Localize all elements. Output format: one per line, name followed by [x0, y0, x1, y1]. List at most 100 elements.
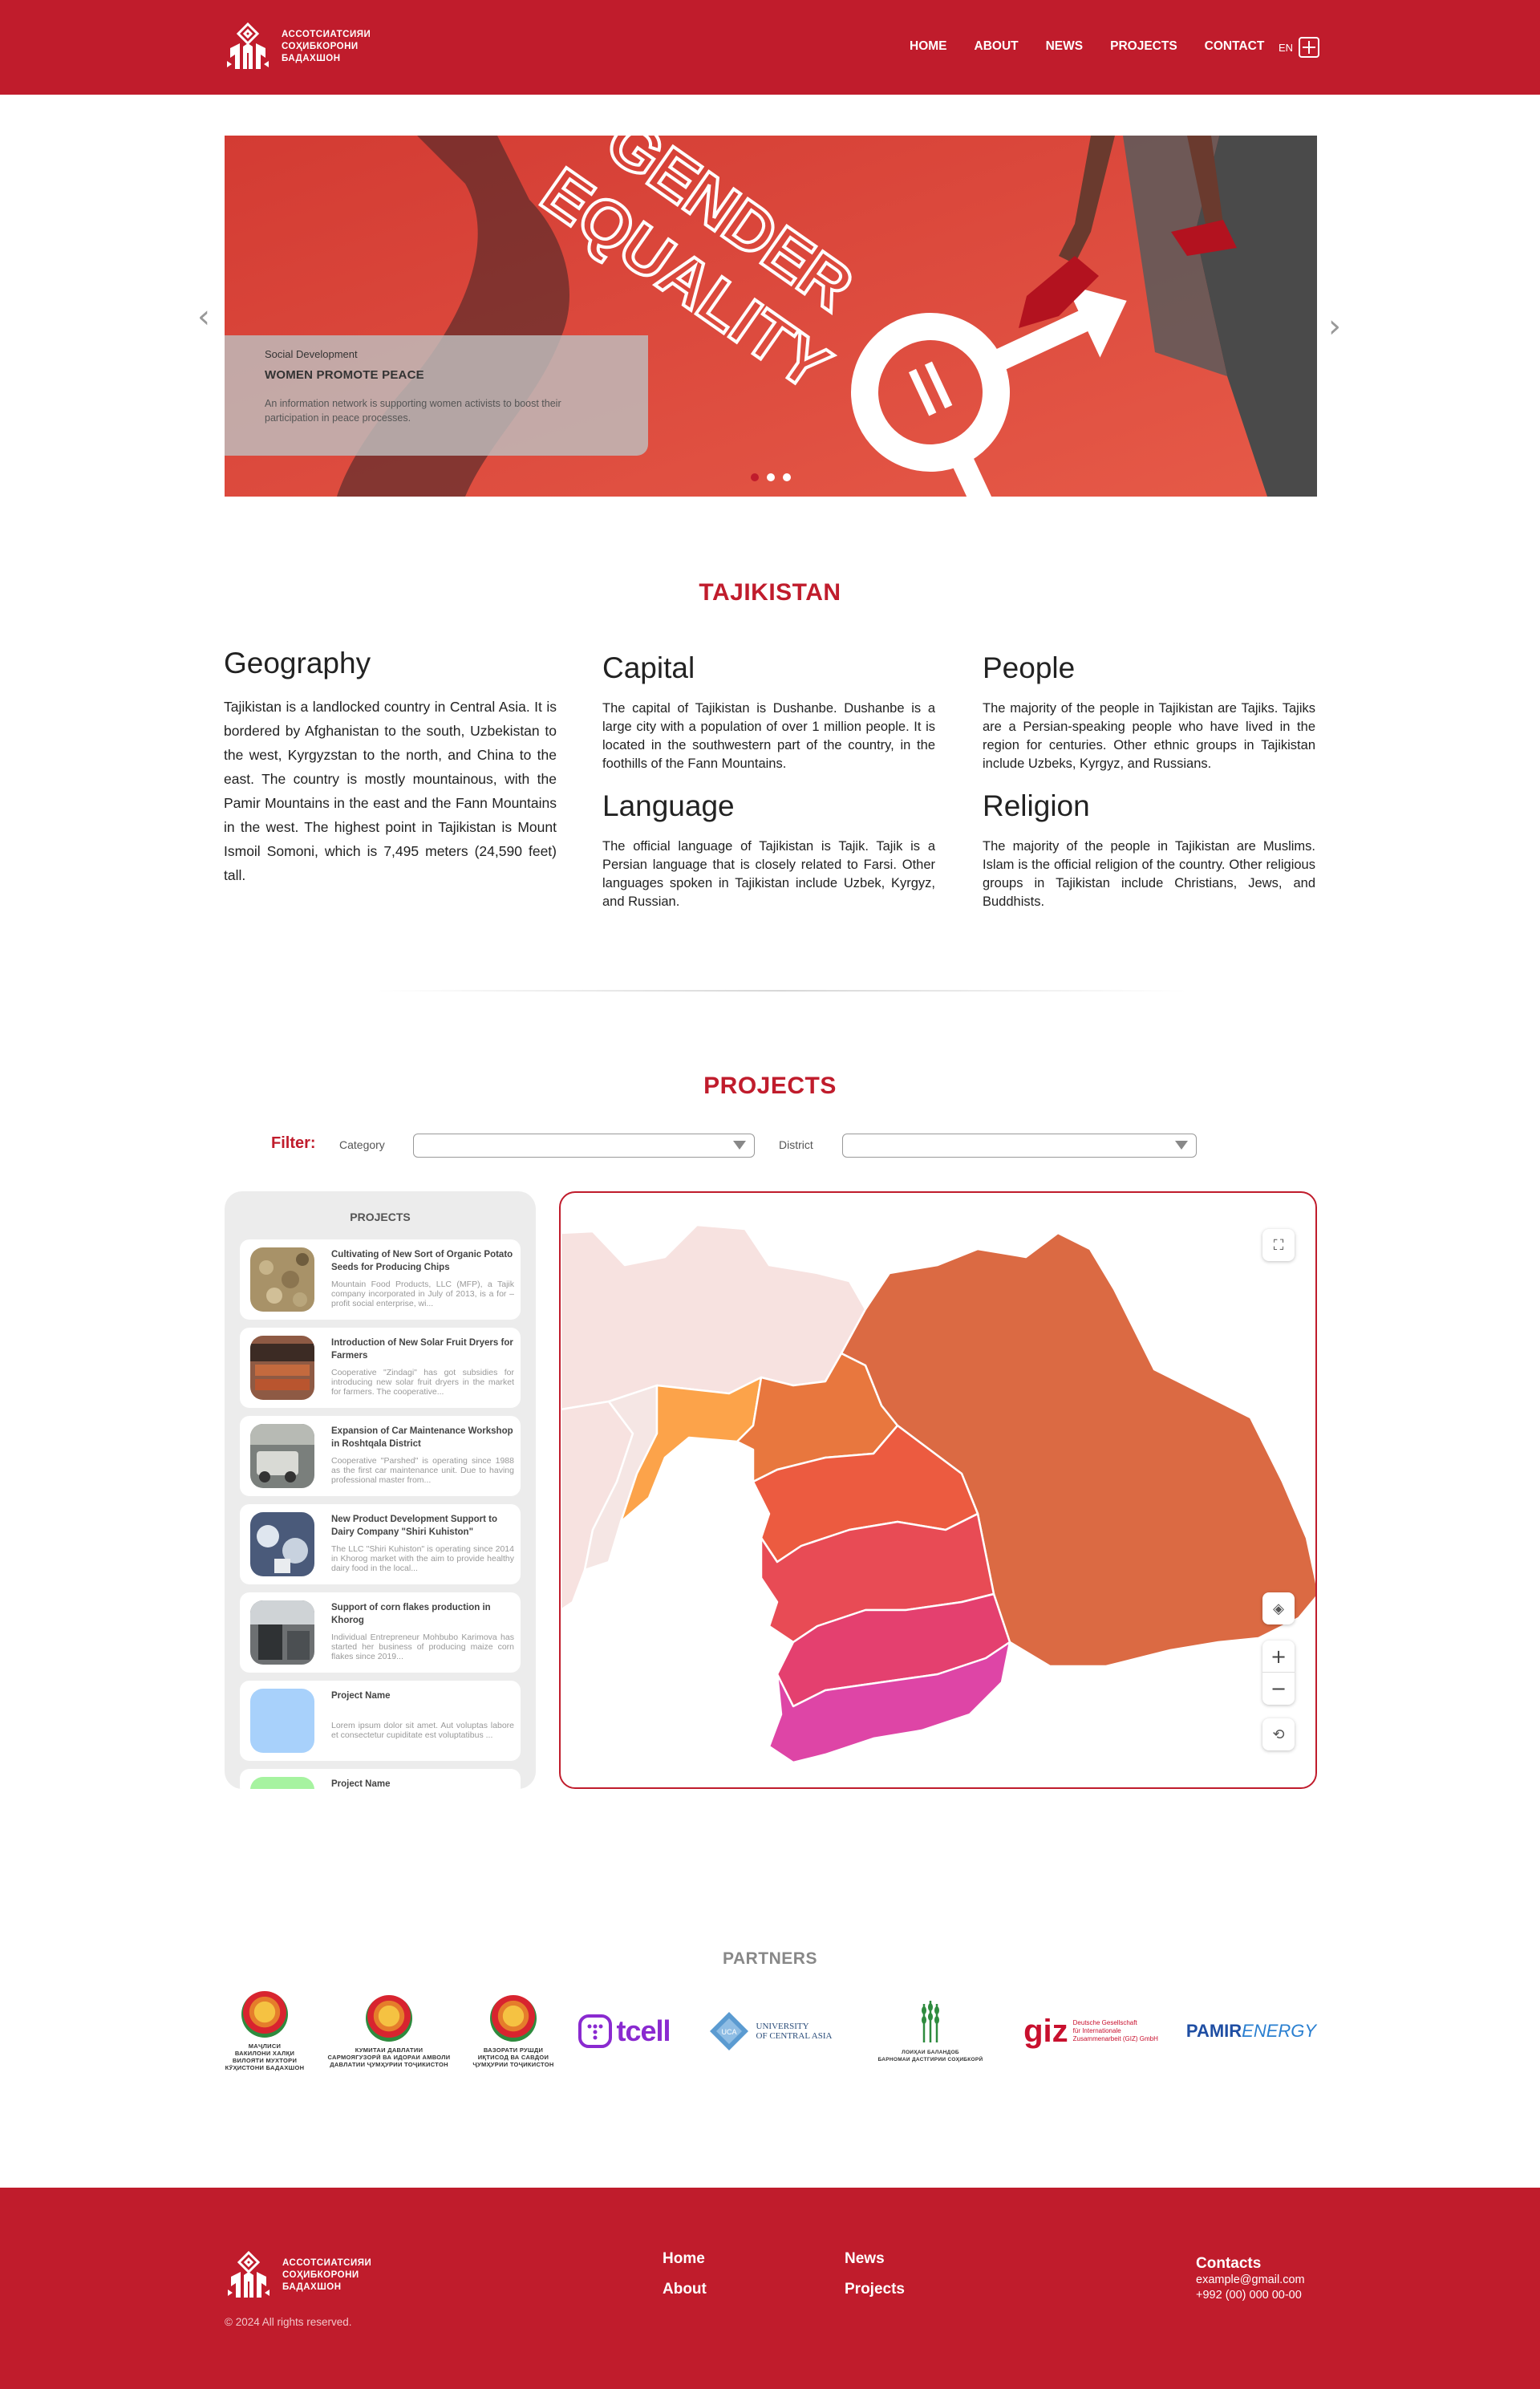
geography-block: Geography Tajikistan is a landlocked cou…	[224, 647, 557, 887]
site-footer: АССОТСИАТСИЯИ СОҲИБКОРОНИ БАДАХШОН © 202…	[0, 2188, 1540, 2389]
footer-link-projects[interactable]: Projects	[845, 2281, 905, 2298]
partner-logo-uca[interactable]: UCA UNIVERSITY OF CENTRAL ASIA	[702, 1991, 838, 2071]
slide-caption[interactable]: Social Development WOMEN PROMOTE PEACE A…	[225, 335, 648, 456]
capital-text: The capital of Tajikistan is Dushanbe. D…	[602, 701, 935, 771]
footer-contacts: Contacts example@gmail.com +992 (00) 000…	[1196, 2256, 1305, 2303]
religion-block: Religion The majority of the people in T…	[983, 789, 1315, 911]
layers-icon[interactable]: ◈	[1262, 1592, 1295, 1624]
wheat-icon	[922, 2001, 939, 2042]
capital-heading: Capital	[602, 651, 695, 684]
uca-diamond-icon: UCA	[709, 2012, 748, 2050]
project-title: Project Name	[331, 1779, 391, 1789]
slide-description: An information network is supporting wom…	[265, 398, 561, 424]
tajikistan-emblem-icon	[490, 1994, 537, 2042]
project-title: Expansion of Car Maintenance Workshop in…	[331, 1426, 513, 1449]
map-canvas	[561, 1223, 1315, 1764]
country-title: TAJIKISTAN	[699, 579, 841, 606]
religion-heading: Religion	[983, 789, 1090, 822]
partners-title: PARTNERS	[723, 1949, 817, 1968]
main-nav: HOME ABOUT NEWS PROJECTS CONTACT	[910, 39, 1291, 54]
project-description: Cooperative "Zindagi" has got subsidies …	[331, 1368, 514, 1397]
project-description: Mountain Food Products, LLC (MFP), a Taj…	[331, 1280, 514, 1308]
logo-text: АССОТСИАТСИЯИ СОҲИБКОРОНИ БАДАХШОН	[282, 29, 371, 63]
project-description: The LLC "Shiri Kuhiston" is operating si…	[331, 1544, 514, 1573]
project-thumbnail	[250, 1336, 314, 1400]
project-description: Lorem ipsum dolor sit amet. Aut voluptas…	[331, 1721, 514, 1740]
section-divider	[377, 990, 1187, 992]
category-label: Category	[339, 1138, 385, 1151]
footer-link-news[interactable]: News	[845, 2250, 885, 2268]
partner-logo-tcell[interactable]: tcell	[572, 1991, 676, 2071]
districts-map[interactable]: ⛶ ◈ + − ⟲	[559, 1191, 1317, 1789]
project-card[interactable]: New Product Development Support to Dairy…	[240, 1504, 521, 1584]
project-thumbnail	[250, 1424, 314, 1488]
nav-projects[interactable]: PROJECTS	[1110, 39, 1177, 54]
slider-dot-2[interactable]	[767, 473, 775, 481]
logo-emblem-icon	[227, 22, 269, 69]
project-title: Cultivating of New Sort of Organic Potat…	[331, 1250, 513, 1272]
slider-prev-arrow-icon[interactable]: ‹	[197, 298, 210, 335]
project-card[interactable]: Introduction of New Solar Fruit Dryers f…	[240, 1328, 521, 1408]
capital-block: Capital The capital of Tajikistan is Dus…	[602, 651, 935, 773]
nav-about[interactable]: ABOUT	[975, 39, 1019, 54]
project-title: New Product Development Support to Dairy…	[331, 1515, 498, 1537]
project-title: Support of corn flakes production in Kho…	[331, 1603, 491, 1625]
chevron-down-icon	[1175, 1141, 1188, 1150]
project-list-panel[interactable]: PROJECTS Cultivating of New Sort of Orga…	[225, 1191, 536, 1789]
slide-category: Social Development	[265, 348, 358, 360]
slider-dot-1[interactable]	[751, 473, 759, 481]
partner-logo-giz[interactable]: giz Deutsche Gesellschaft für Internatio…	[1023, 1991, 1159, 2071]
project-card[interactable]: Expansion of Car Maintenance Workshop in…	[240, 1416, 521, 1496]
zoom-in-icon[interactable]: +	[1262, 1641, 1295, 1673]
project-thumbnail	[250, 1600, 314, 1665]
nav-home[interactable]: HOME	[910, 39, 947, 54]
footer-link-about[interactable]: About	[663, 2281, 707, 2298]
project-description: Cooperative "Parshed" is operating since…	[331, 1456, 514, 1485]
project-card[interactable]: Project Name	[240, 1769, 521, 1789]
filter-label: Filter:	[271, 1134, 316, 1152]
partner-logo-majlis[interactable]: МАҶЛИСИ ВАКИЛОНИ ХАЛҚИ ВИЛОЯТИ МУХТОРИ К…	[225, 1991, 305, 2071]
project-description: Individual Entrepreneur Mohbubo Karimova…	[331, 1633, 514, 1661]
nav-news[interactable]: NEWS	[1046, 39, 1084, 54]
contacts-heading: Contacts	[1196, 2255, 1262, 2272]
language-grid-icon	[1299, 37, 1320, 58]
zoom-out-icon[interactable]: −	[1262, 1673, 1295, 1705]
slider-dot-3[interactable]	[783, 473, 791, 481]
project-card[interactable]: Project Name Lorem ipsum dolor sit amet.…	[240, 1681, 521, 1761]
slide-title: WOMEN PROMOTE PEACE	[265, 368, 424, 382]
category-select[interactable]	[413, 1134, 755, 1158]
project-list-title: PROJECTS	[350, 1211, 411, 1223]
language-switcher[interactable]: EN	[1279, 37, 1320, 58]
reset-view-icon[interactable]: ⟲	[1262, 1718, 1295, 1750]
slider-next-arrow-icon[interactable]: ›	[1328, 308, 1341, 345]
nav-contact[interactable]: CONTACT	[1205, 39, 1265, 54]
site-logo[interactable]: АССОТСИАТСИЯИ СОҲИБКОРОНИ БАДАХШОН	[224, 21, 371, 72]
religion-text: The majority of the people in Tajikistan…	[983, 839, 1315, 909]
projects-title: PROJECTS	[703, 1073, 837, 1099]
geography-text: Tajikistan is a landlocked country in Ce…	[224, 699, 557, 883]
district-select[interactable]	[842, 1134, 1197, 1158]
geography-heading: Geography	[224, 647, 371, 679]
contact-email[interactable]: example@gmail.com	[1196, 2273, 1305, 2288]
people-block: People The majority of the people in Taj…	[983, 651, 1315, 773]
language-text: The official language of Tajikistan is T…	[602, 839, 935, 909]
footer-logo[interactable]: АССОТСИАТСИЯИ СОҲИБКОРОНИ БАДАХШОН	[225, 2249, 371, 2301]
partner-logo-economy-ministry[interactable]: ВАЗОРАТИ РУШДИ ИҚТИСОД ВА САВДОИ ҶУМҲУРИ…	[469, 1991, 557, 2071]
project-card[interactable]: Cultivating of New Sort of Organic Potat…	[240, 1239, 521, 1320]
fullscreen-icon[interactable]: ⛶	[1262, 1229, 1295, 1261]
footer-link-home[interactable]: Home	[663, 2250, 705, 2268]
district-label: District	[779, 1138, 813, 1151]
language-block: Language The official language of Tajiki…	[602, 789, 935, 911]
slider-dots	[751, 473, 791, 481]
zoom-control: + −	[1262, 1641, 1295, 1705]
language-code: EN	[1279, 41, 1294, 54]
people-heading: People	[983, 651, 1076, 684]
partner-logo-balandob[interactable]: ЛОИҲАИ БАЛАНДОБ БАРНОМАИ ДАСТГИРИИ СОҲИБ…	[858, 1991, 1003, 2071]
partner-logo-investment-committee[interactable]: КУМИТАИ ДАВЛАТИИ САРМОЯГУЗОРӢ ВА ИДОРАИ …	[325, 1991, 453, 2071]
contact-phone[interactable]: +992 (00) 000 00-00	[1196, 2288, 1305, 2303]
project-card[interactable]: Support of corn flakes production in Kho…	[240, 1592, 521, 1673]
partner-logo-pamir-energy[interactable]: PAMIR ENERGY	[1183, 1991, 1319, 2071]
project-title: Project Name	[331, 1691, 391, 1701]
chevron-down-icon	[733, 1141, 746, 1150]
tcell-mark-icon	[578, 2014, 613, 2048]
